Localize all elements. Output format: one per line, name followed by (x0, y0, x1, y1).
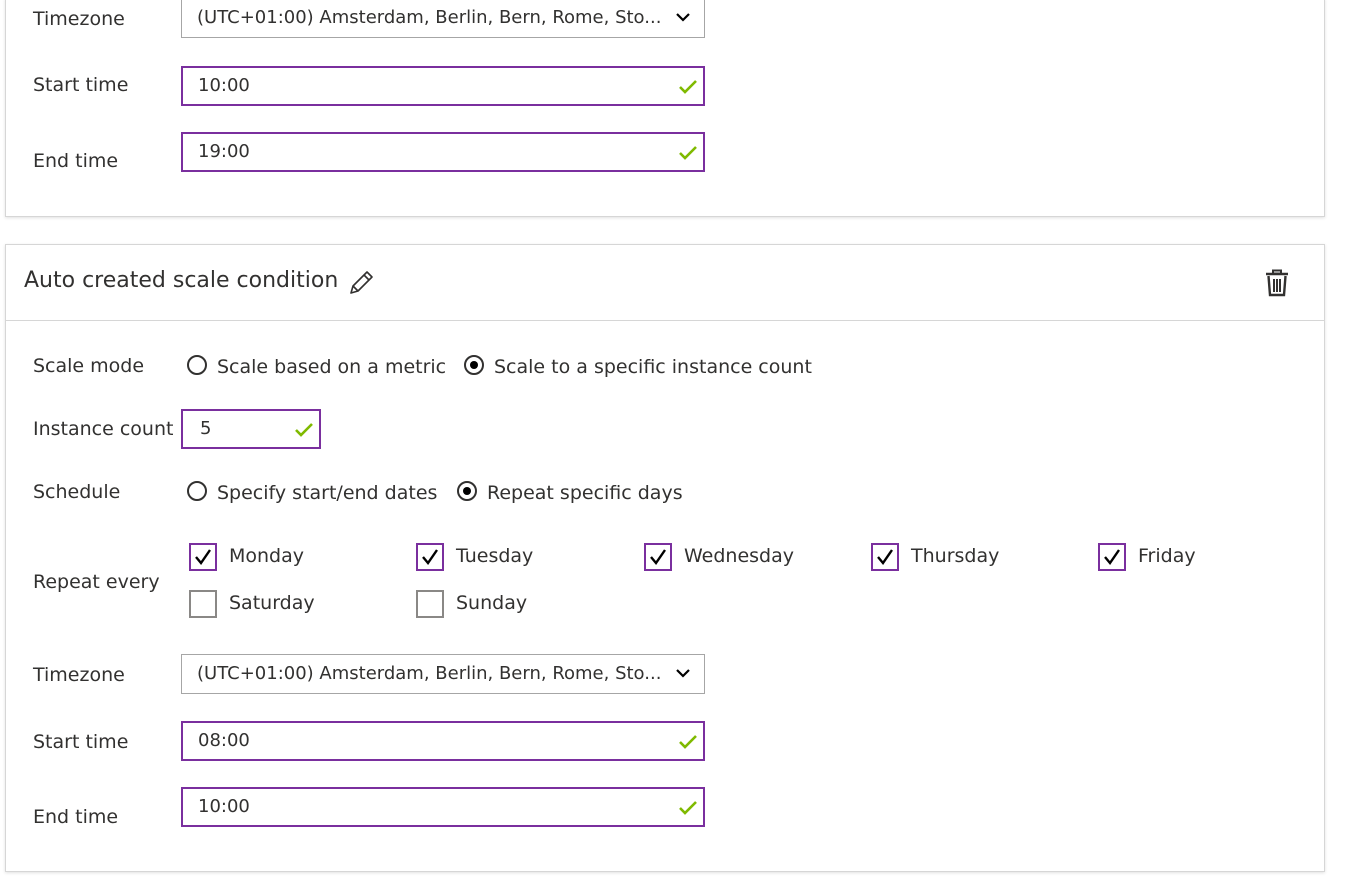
start-time-input[interactable]: 10:00 (181, 66, 705, 106)
checkbox-box[interactable] (871, 543, 899, 571)
end-time-input[interactable]: 19:00 (181, 132, 705, 172)
checkmark-icon (195, 549, 211, 565)
pencil-icon[interactable] (346, 268, 376, 298)
radio-circle-selected[interactable] (464, 355, 484, 375)
radio-label: Scale to a specific instance count (494, 356, 812, 378)
checkbox-label: Thursday (911, 545, 1000, 567)
schedule-label: Schedule (33, 481, 121, 503)
radio-circle[interactable] (187, 481, 207, 501)
trash-icon[interactable] (1264, 269, 1290, 297)
checkmark-icon (650, 549, 666, 565)
checkbox-label: Saturday (229, 592, 315, 614)
timezone-label: Timezone (33, 664, 125, 686)
checkbox-box[interactable] (416, 543, 444, 571)
radio-label: Scale based on a metric (217, 356, 447, 378)
chevron-down-icon (676, 13, 690, 22)
checkbox-label: Sunday (456, 592, 528, 614)
end-time-value: 10:00 (198, 796, 250, 817)
checkbox-label: Friday (1138, 545, 1196, 567)
condition-header: Auto created scale condition (6, 245, 1324, 321)
scale-mode-label: Scale mode (33, 355, 145, 377)
checkmark-icon (1104, 549, 1120, 565)
checkbox-box[interactable] (189, 590, 217, 618)
radio-circle[interactable] (187, 355, 207, 375)
checkmark-icon (877, 549, 893, 565)
radio-label: Specify start/end dates (217, 482, 438, 504)
previous-scale-condition-panel: Timezone (UTC+01:00) Amsterdam, Berlin, … (5, 0, 1325, 217)
end-time-label: End time (33, 806, 119, 828)
end-time-value: 19:00 (198, 141, 250, 162)
start-time-label: Start time (33, 74, 129, 96)
checkbox-box[interactable] (1098, 543, 1126, 571)
repeat-every-label: Repeat every (33, 571, 160, 593)
checkmark-icon (295, 423, 313, 437)
checkmark-icon (679, 80, 697, 94)
end-time-label: End time (33, 150, 119, 172)
checkmark-icon (422, 549, 438, 565)
timezone-dropdown[interactable]: (UTC+01:00) Amsterdam, Berlin, Bern, Rom… (181, 654, 705, 694)
radio-circle-selected[interactable] (457, 481, 477, 501)
scale-condition-panel: Auto created scale condition Scale mode … (5, 244, 1325, 872)
checkmark-icon (679, 146, 697, 160)
checkmark-icon (679, 801, 697, 815)
checkbox-box[interactable] (416, 590, 444, 618)
start-time-input[interactable]: 08:00 (181, 721, 705, 761)
end-time-input[interactable]: 10:00 (181, 787, 705, 827)
instance-count-input[interactable]: 5 (181, 409, 321, 449)
timezone-selected-value: (UTC+01:00) Amsterdam, Berlin, Bern, Rom… (197, 663, 662, 684)
radio-label: Repeat specific days (487, 482, 683, 504)
timezone-selected-value: (UTC+01:00) Amsterdam, Berlin, Bern, Rom… (197, 7, 662, 28)
chevron-down-icon (676, 669, 690, 678)
instance-count-label: Instance count (33, 418, 174, 440)
condition-title: Auto created scale condition (24, 268, 339, 293)
timezone-label: Timezone (33, 8, 125, 30)
instance-count-value: 5 (200, 418, 212, 439)
checkmark-icon (679, 735, 697, 749)
start-time-value: 10:00 (198, 75, 250, 96)
timezone-dropdown[interactable]: (UTC+01:00) Amsterdam, Berlin, Bern, Rom… (181, 0, 705, 38)
start-time-value: 08:00 (198, 730, 250, 751)
checkbox-label: Tuesday (456, 545, 534, 567)
start-time-label: Start time (33, 731, 129, 753)
checkbox-label: Monday (229, 545, 305, 567)
checkbox-box[interactable] (644, 543, 672, 571)
checkbox-label: Wednesday (684, 545, 795, 567)
checkbox-box[interactable] (189, 543, 217, 571)
